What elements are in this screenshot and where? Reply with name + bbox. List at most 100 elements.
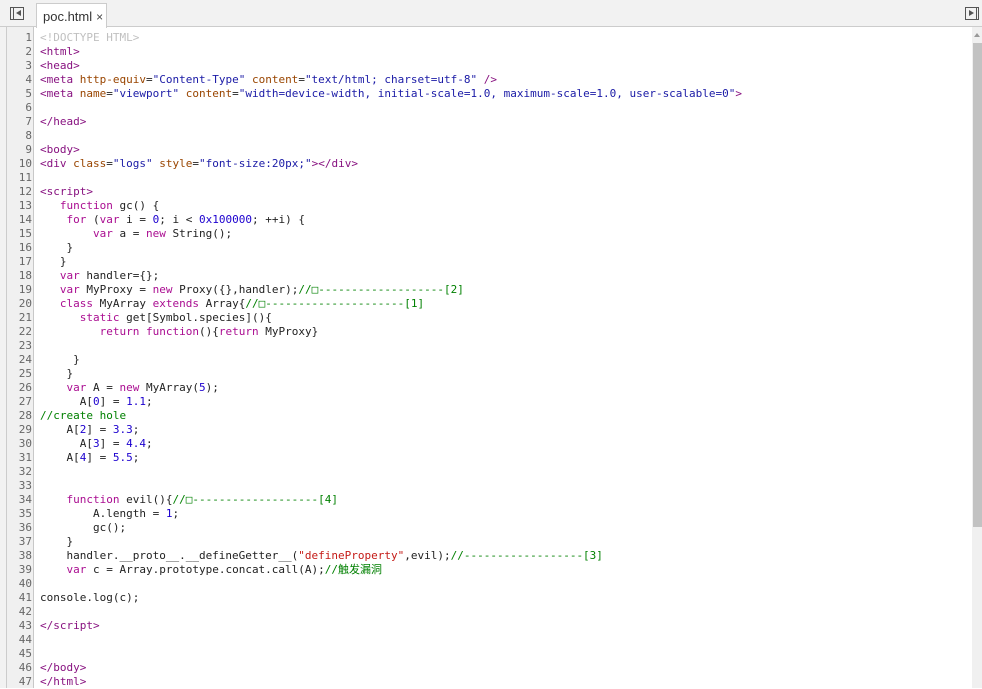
code-token: ; [172, 507, 180, 520]
line-number: 22 [18, 325, 32, 338]
code-line: 40 [0, 577, 970, 591]
line-number: 18 [18, 269, 32, 282]
code-line: 11 [0, 171, 970, 185]
code-token: ( [86, 213, 100, 226]
tab-title: poc.html [43, 9, 93, 24]
line-text: function evil(){//□-------------------[4… [40, 493, 339, 507]
code-token: } [40, 353, 80, 366]
line-number: 45 [18, 647, 32, 660]
line-number: 23 [18, 339, 32, 352]
code-line: 10 <div class="logs" style="font-size:20p… [0, 157, 970, 171]
line-text: gc(); [40, 521, 126, 535]
scrollbar-thumb[interactable] [973, 43, 982, 527]
close-tab-icon[interactable]: × [96, 10, 103, 24]
line-text: class MyArray extends Array{//□---------… [40, 297, 424, 311]
code-line: 37 } [0, 535, 970, 549]
code-line: 34 function evil(){//□------------------… [0, 493, 970, 507]
code-token: for [66, 213, 87, 226]
code-token: = [106, 157, 113, 170]
code-token: ] = [86, 451, 113, 464]
line-number: 31 [18, 451, 32, 464]
code-token: function [59, 199, 113, 212]
code-line: 44 [0, 633, 970, 647]
code-line: 47 </html> [0, 675, 970, 689]
line-number: 33 [18, 479, 32, 492]
code-token: var [99, 213, 120, 226]
code-token: "viewport" [112, 87, 180, 100]
toggle-right-pane-icon[interactable] [965, 7, 979, 20]
tab-poc-html[interactable]: poc.html × [36, 3, 107, 28]
code-token: 0 [92, 395, 100, 408]
code-token: = [232, 87, 239, 100]
line-text: A.length = 1; [40, 507, 179, 521]
line-number: 5 [25, 87, 32, 100]
line-number: 25 [18, 367, 32, 380]
code-line: 35 A.length = 1; [0, 507, 970, 521]
code-line: 6 [0, 101, 970, 115]
code-line: 12 <script> [0, 185, 970, 199]
code-token: ] = [99, 437, 127, 450]
code-token: MyArray( [139, 381, 199, 394]
code-token: ,evil); [404, 549, 451, 562]
code-token: console.log(c); [40, 591, 140, 604]
code-token: //□-------------------[2] [298, 283, 464, 296]
code-token: handler.__proto__.__defineGetter__( [40, 549, 299, 562]
line-number: 16 [18, 241, 32, 254]
code-line: 43 </script> [0, 619, 970, 633]
line-text: var handler={}; [40, 269, 159, 283]
code-token: class [73, 157, 107, 170]
toggle-left-pane-icon[interactable] [10, 7, 24, 20]
code-line: 1 <!DOCTYPE HTML> [0, 31, 970, 45]
vertical-scrollbar[interactable] [972, 27, 982, 688]
code-line: 42 [0, 605, 970, 619]
code-line: 5 <meta name="viewport" content="width=de… [0, 87, 970, 101]
code-token: new [145, 227, 166, 240]
code-line: 46 </body> [0, 661, 970, 675]
code-token: ; i < [159, 213, 199, 226]
code-line: 22 return function(){return MyProxy} [0, 325, 970, 339]
code-token: (){ [198, 325, 219, 338]
code-token: 1.1 [126, 395, 146, 408]
code-token: MyArray [93, 297, 153, 310]
code-token: <head> [40, 59, 80, 72]
code-token: //------------------[3] [450, 549, 603, 562]
code-token: ] = [99, 395, 127, 408]
code-token: MyProxy} [258, 325, 319, 338]
line-number: 35 [18, 507, 32, 520]
code-token: /> [477, 73, 497, 86]
line-text: A[4] = 5.5; [40, 451, 139, 465]
code-token: </script> [40, 619, 100, 632]
code-token: static [79, 311, 120, 324]
code-token: A[ [40, 451, 80, 464]
line-number: 15 [18, 227, 32, 240]
code-token: 5.5 [112, 451, 133, 464]
code-token: 3 [92, 437, 100, 450]
code-token: a = [112, 227, 146, 240]
line-text: A[0] = 1.1; [40, 395, 153, 409]
code-token: A.length = [40, 507, 166, 520]
scroll-up-arrow-icon[interactable] [974, 33, 980, 37]
line-text: <meta name="viewport" content="width=dev… [40, 87, 742, 101]
code-token: </html> [40, 675, 87, 688]
code-token: A = [86, 381, 120, 394]
code-token: </body> [40, 661, 87, 674]
line-text: </html> [40, 675, 86, 689]
code-editor[interactable]: 1 <!DOCTYPE HTML> 2 <html> 3 <head> 4 <meta htt… [0, 31, 970, 689]
code-line: 38 handler.__proto__.__defineGetter__("d… [0, 549, 970, 563]
code-token: = [298, 73, 305, 86]
code-token: A[ [40, 423, 80, 436]
code-token: = [145, 73, 153, 86]
code-token: ] = [86, 423, 113, 436]
code-line: 14 for (var i = 0; i < 0x100000; ++i) { [0, 213, 970, 227]
line-number: 6 [25, 101, 32, 114]
code-token: "text/html; charset=utf-8" [304, 73, 478, 86]
code-token: > [735, 87, 743, 100]
code-line: 15 var a = new String(); [0, 227, 970, 241]
code-line: 8 [0, 129, 970, 143]
line-text: </script> [40, 619, 100, 633]
line-number: 40 [18, 577, 32, 590]
